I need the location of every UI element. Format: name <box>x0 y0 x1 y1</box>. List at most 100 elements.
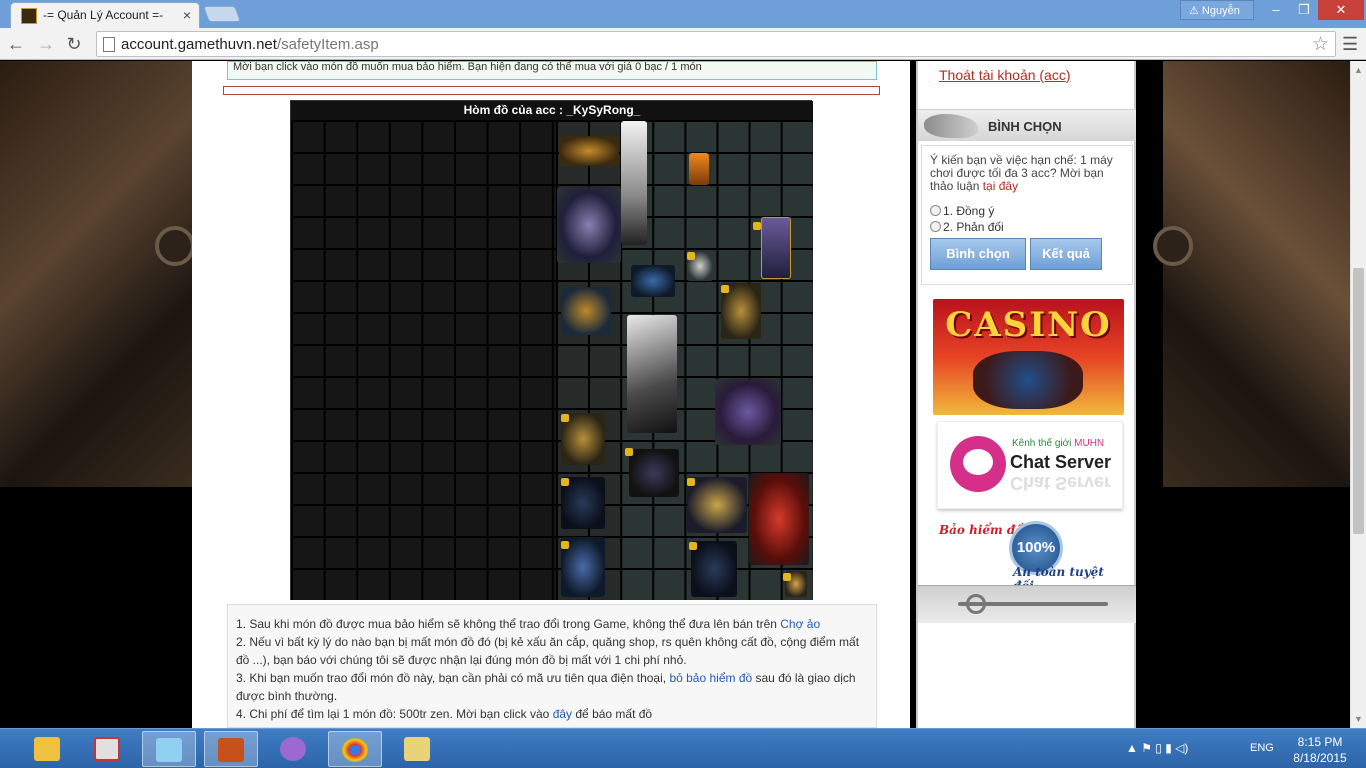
vote-question: Ý kiến bạn về việc hạn chế: 1 máy chơi đ… <box>930 153 1113 193</box>
results-button[interactable]: Kết quả <box>1030 238 1102 270</box>
casino-banner[interactable]: CASINO <box>933 299 1124 415</box>
scroll-thumb[interactable] <box>1353 268 1364 534</box>
helmet-item[interactable] <box>631 265 675 297</box>
minimize-button[interactable]: – <box>1262 0 1290 20</box>
tab-title: -= Quản Lý Account =- <box>43 8 164 22</box>
spear-item[interactable] <box>621 121 647 245</box>
game-taskbar-button[interactable] <box>204 731 258 767</box>
vote-heading-label: BÌNH CHỌN <box>988 119 1062 134</box>
sidebar-footer-ornament <box>918 585 1136 623</box>
insurance-banner[interactable]: Bảo hiểm đồ 100% An toàn tuyệt đối <box>937 517 1123 593</box>
lock-icon <box>753 222 761 230</box>
app-taskbar-button[interactable] <box>80 731 134 767</box>
sword-item[interactable] <box>627 315 677 433</box>
chrome-menu-icon[interactable]: ☰ <box>1342 34 1358 55</box>
lock-icon <box>783 573 791 581</box>
emblem-icon <box>1153 226 1193 266</box>
pants-item-3[interactable] <box>691 541 737 597</box>
lock-icon <box>689 542 697 550</box>
restore-button[interactable]: ❐ <box>1290 0 1318 20</box>
system-tray[interactable]: ▲ ⚑ ▯ ▮ ◁) <box>1126 741 1188 755</box>
armor-item-2[interactable] <box>715 379 781 445</box>
emblem-icon <box>155 226 195 266</box>
lock-icon <box>561 541 569 549</box>
bookmark-star-icon[interactable]: ☆ <box>1312 33 1329 56</box>
close-window-button[interactable]: ✕ <box>1318 0 1364 20</box>
rule-4: 4. Chi phí để tìm lại 1 món đồ: 500tr ze… <box>236 707 653 721</box>
report-loss-link[interactable]: đây <box>553 707 572 721</box>
market-link[interactable]: Chợ ảo <box>780 617 820 631</box>
language-indicator[interactable]: ENG <box>1250 742 1274 754</box>
right-sidebar: Thoát tài khoản (acc) BÌNH CHỌN Ý kiến b… <box>916 61 1136 728</box>
scroll-down-icon[interactable]: ▼ <box>1354 714 1363 724</box>
background-art-right <box>1153 61 1350 487</box>
chat-channel-label: Kênh thế giới MUHN <box>1012 438 1105 449</box>
gloves-item-3[interactable] <box>687 477 747 533</box>
paint-taskbar-button[interactable] <box>390 731 444 767</box>
windows-taskbar: ▲ ⚑ ▯ ▮ ◁) ENG 8:15 PM 8/18/2015 <box>0 728 1366 768</box>
lock-icon <box>561 414 569 422</box>
main-content: Mời bạn click vào món đồ muốn mua bảo hi… <box>192 61 910 728</box>
armor-item[interactable] <box>561 287 611 335</box>
lock-icon <box>625 448 633 456</box>
logout-link[interactable]: Thoát tài khoản (acc) <box>939 67 1071 83</box>
rule-1: 1. Sau khi món đồ được mua bảo hiểm sẽ k… <box>236 617 821 631</box>
remove-insurance-link[interactable]: bỏ bảo hiểm đồ <box>669 671 752 685</box>
reload-button[interactable]: ↻ <box>62 32 86 56</box>
lock-icon <box>687 478 695 486</box>
chat-taskbar-button[interactable] <box>266 731 320 767</box>
chat-server-label: Chat Server <box>1010 452 1112 472</box>
rule-3: 3. Khi bạn muốn trao đổi món đồ này, bạn… <box>236 671 856 703</box>
dragon-icon <box>924 114 978 138</box>
address-bar[interactable]: account.gamethuvn.net/safetyItem.asp ☆ <box>96 31 1336 57</box>
profile-name: Nguyễn <box>1201 5 1240 17</box>
cape-item[interactable] <box>761 217 791 279</box>
scroll-up-icon[interactable]: ▲ <box>1354 65 1363 75</box>
option-disagree[interactable]: 2. Phản đối <box>930 220 1004 234</box>
forward-button[interactable]: → <box>34 32 58 56</box>
chat-server-banner[interactable]: Kênh thế giới MUHN Chat Server Chat Serv… <box>937 421 1123 509</box>
gloves-item-2[interactable] <box>629 449 679 497</box>
background-art-left <box>0 61 195 487</box>
scrollbar[interactable]: ▲ ▼ <box>1350 61 1366 728</box>
casino-title: CASINO <box>945 305 1112 345</box>
close-tab-icon[interactable]: × <box>183 7 191 23</box>
discussion-link[interactable]: tại đây <box>983 179 1018 193</box>
radio-icon[interactable] <box>930 221 941 232</box>
notepad-taskbar-button[interactable] <box>142 731 196 767</box>
red-armor-item[interactable] <box>749 473 809 565</box>
vote-button[interactable]: Bình chọn <box>930 238 1026 270</box>
address-toolbar: ← → ↻ account.gamethuvn.net/safetyItem.a… <box>0 28 1366 60</box>
page-icon <box>103 37 115 52</box>
notice-box: Mời bạn click vào món đồ muốn mua bảo hi… <box>227 61 877 80</box>
rules-box: 1. Sau khi món đồ được mua bảo hiểm sẽ k… <box>227 604 877 728</box>
radio-icon[interactable] <box>930 205 941 216</box>
insurance-title: Bảo hiểm đồ <box>939 523 1024 537</box>
lock-icon <box>721 285 729 293</box>
explorer-taskbar-button[interactable] <box>20 731 74 767</box>
chat-bubble-icon <box>950 436 1006 492</box>
option-agree[interactable]: 1. Đồng ý <box>930 204 994 218</box>
new-tab-button[interactable] <box>203 6 241 22</box>
vote-heading: BÌNH CHỌN <box>918 109 1136 141</box>
gloves-item[interactable] <box>559 136 619 166</box>
inventory-grid: Hòm đồ của acc : _KySyRong_ <box>290 100 813 600</box>
lock-icon <box>561 478 569 486</box>
chrome-taskbar-button[interactable] <box>328 731 382 767</box>
inventory-title: Hòm đồ của acc : _KySyRong_ <box>291 101 813 120</box>
wings-item[interactable] <box>557 187 621 263</box>
lock-icon <box>687 252 695 260</box>
back-button[interactable]: ← <box>4 32 28 56</box>
characters-art <box>973 351 1083 409</box>
message-bar <box>223 86 880 95</box>
potion-item[interactable] <box>689 153 709 185</box>
url-text: account.gamethuvn.net/safetyItem.asp <box>121 36 379 53</box>
browser-titlebar: -= Quản Lý Account =- × ⚠ Nguyễn – ❐ ✕ <box>0 0 1366 28</box>
rule-2: 2. Nếu vì bất kỳ lý do nào bạn bị mất mó… <box>236 635 860 667</box>
chat-server-reflection: Chat Server <box>1010 473 1112 493</box>
clock[interactable]: 8:15 PM 8/18/2015 <box>1290 734 1350 766</box>
profile-button[interactable]: ⚠ Nguyễn <box>1180 0 1254 20</box>
page-viewport: Mời bạn click vào món đồ muốn mua bảo hi… <box>0 61 1350 728</box>
favicon-icon <box>21 8 37 24</box>
browser-tab[interactable]: -= Quản Lý Account =- × <box>10 2 200 28</box>
